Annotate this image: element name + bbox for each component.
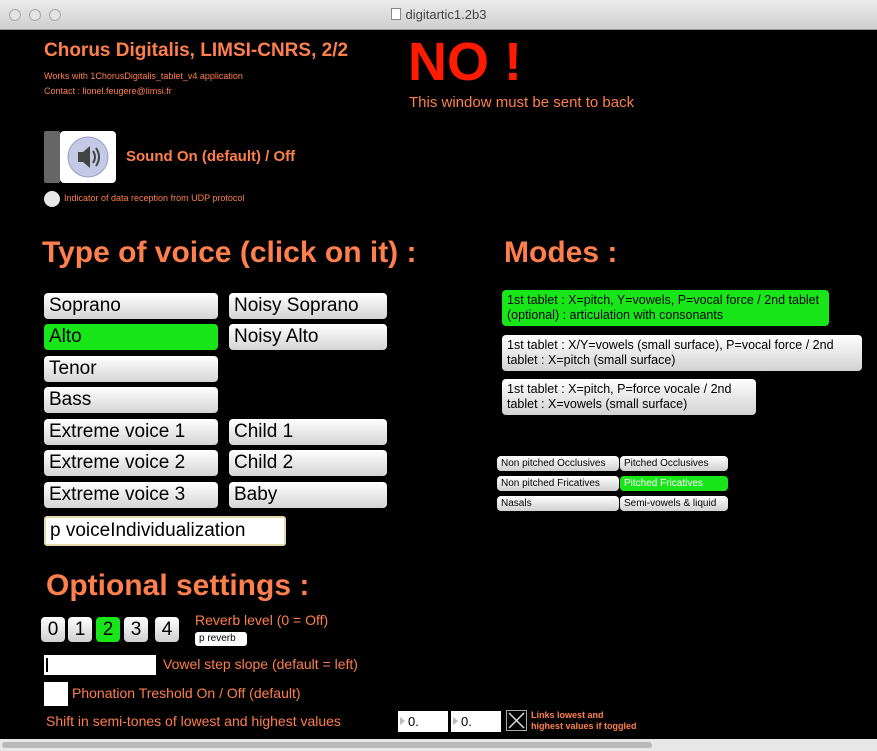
document-icon (390, 8, 401, 20)
reverb-patch[interactable]: p reverb (195, 632, 247, 646)
udp-indicator-led (44, 191, 60, 207)
warning-subtitle: This window must be sent to back (409, 94, 635, 111)
voice-button-alto[interactable]: Alto (44, 324, 218, 350)
voice-button-tenor[interactable]: Tenor (44, 356, 218, 382)
horizontal-scrollbar[interactable] (0, 739, 877, 751)
consonant-toggle-pitched-fricatives[interactable]: Pitched Fricatives (620, 476, 728, 491)
phonation-threshold-label: Phonation Treshold On / Off (default) (72, 685, 301, 701)
voice-button-extreme-1[interactable]: Extreme voice 1 (44, 419, 218, 445)
optional-settings-heading: Optional settings : (46, 569, 310, 602)
scrollbar-thumb[interactable] (2, 742, 652, 748)
link-values-label-2: highest values if toggled (531, 721, 637, 731)
number-arrow-icon (453, 717, 458, 725)
vowel-slope-label: Vowel step slope (default = left) (163, 656, 358, 672)
mode-button-1[interactable]: 1st tablet : X=pitch, Y=vowels, P=vocal … (502, 290, 829, 326)
reverb-level-label: Reverb level (0 = Off) (195, 612, 329, 628)
consonant-toggle-nasals[interactable]: Nasals (497, 496, 619, 511)
voice-button-baby[interactable]: Baby (229, 482, 387, 508)
reverb-level-3[interactable]: 3 (124, 617, 148, 642)
speaker-icon (67, 136, 109, 178)
voice-button-child-2[interactable]: Child 2 (229, 450, 387, 476)
udp-indicator-label: Indicator of data reception from UDP pro… (64, 193, 245, 203)
reverb-level-2[interactable]: 2 (96, 617, 120, 642)
voice-button-bass[interactable]: Bass (44, 387, 218, 413)
voice-button-child-1[interactable]: Child 1 (229, 419, 387, 445)
window-title: digitartic1.2b3 (0, 7, 877, 22)
shift-low-number[interactable]: 0. (398, 711, 448, 732)
reverb-level-1[interactable]: 1 (68, 617, 92, 642)
voice-individualization-patch[interactable]: p voiceIndividualization (44, 516, 286, 546)
mode-button-2[interactable]: 1st tablet : X/Y=vowels (small surface),… (502, 335, 862, 371)
link-values-label-1: Links lowest and (531, 710, 604, 720)
voice-button-soprano[interactable]: Soprano (44, 293, 218, 319)
consonant-toggle-semi-vowels[interactable]: Semi-vowels & liquid (620, 496, 728, 511)
cross-icon (508, 712, 525, 729)
number-arrow-icon (400, 717, 405, 725)
link-values-toggle[interactable] (506, 710, 527, 731)
works-with-text: Works with 1ChorusDigitalis_tablet_v4 ap… (44, 71, 243, 81)
voice-button-extreme-3[interactable]: Extreme voice 3 (44, 482, 218, 508)
app-title: Chorus Digitalis, LIMSI-CNRS, 2/2 (44, 40, 349, 61)
modes-heading: Modes : (504, 236, 618, 269)
voice-button-noisy-soprano[interactable]: Noisy Soprano (229, 293, 387, 319)
phonation-threshold-toggle[interactable] (44, 682, 68, 706)
window-titlebar: digitartic1.2b3 (0, 0, 877, 30)
reverb-level-4[interactable]: 4 (155, 617, 179, 642)
vowel-slope-thumb[interactable] (46, 658, 48, 672)
sound-label: Sound On (default) / Off (126, 148, 296, 165)
reverb-level-0[interactable]: 0 (41, 617, 65, 642)
voice-button-extreme-2[interactable]: Extreme voice 2 (44, 450, 218, 476)
contact-text: Contact : lionel.feugere@limsi.fr (44, 86, 172, 96)
sound-slider-bar[interactable] (44, 131, 60, 183)
shift-semitones-label: Shift in semi-tones of lowest and highes… (46, 713, 341, 729)
consonant-toggle-non-pitched-fricatives[interactable]: Non pitched Fricatives (497, 476, 619, 491)
mode-button-3[interactable]: 1st tablet : X=pitch, P=force vocale / 2… (502, 379, 756, 415)
sound-toggle-button[interactable] (60, 131, 116, 183)
vowel-slope-slider[interactable] (44, 655, 156, 675)
shift-high-number[interactable]: 0. (451, 711, 501, 732)
voice-button-noisy-alto[interactable]: Noisy Alto (229, 324, 387, 350)
consonant-toggle-non-pitched-occlusives[interactable]: Non pitched Occlusives (497, 456, 619, 471)
voice-heading: Type of voice (click on it) : (42, 236, 417, 269)
warning-title: NO ! (408, 32, 522, 92)
consonant-toggle-pitched-occlusives[interactable]: Pitched Occlusives (620, 456, 728, 471)
